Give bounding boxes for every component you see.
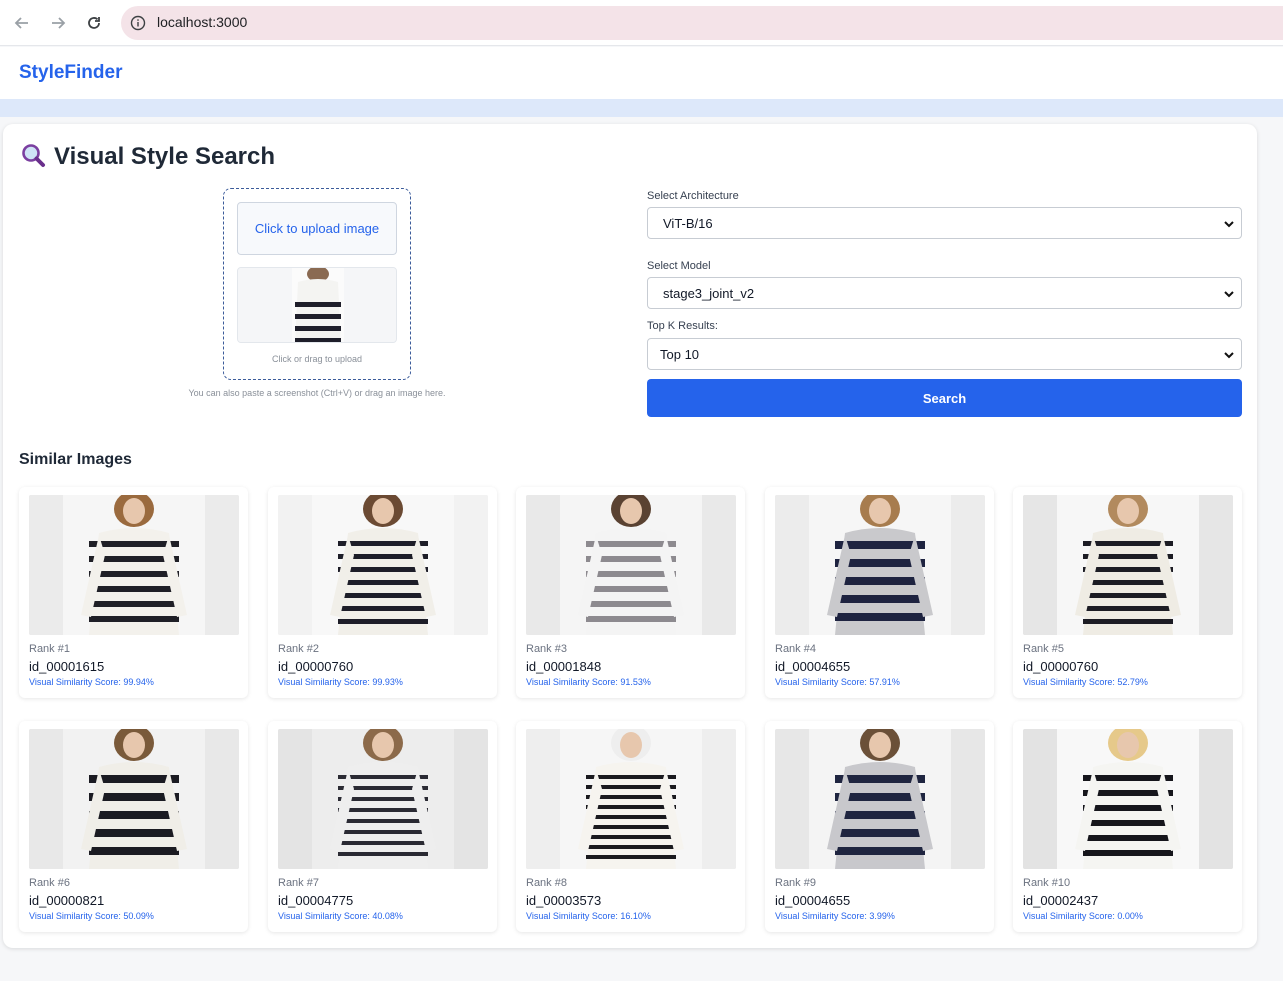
paste-hint: You can also paste a screenshot (Ctrl+V)… <box>188 388 446 398</box>
result-image[interactable] <box>526 495 736 635</box>
result-score: Visual Similarity Score: 52.79% <box>1023 677 1148 687</box>
result-id: id_00002437 <box>1023 893 1099 908</box>
result-score: Visual Similarity Score: 3.99% <box>775 911 895 921</box>
result-rank: Rank #3 <box>526 643 567 655</box>
model-value: stage3_joint_v2 <box>663 286 755 301</box>
chevron-down-icon <box>1223 348 1235 360</box>
results-title: Similar Images <box>19 451 132 468</box>
url-text[interactable]: localhost:3000 <box>157 14 247 30</box>
search-button[interactable]: Search <box>647 379 1242 417</box>
result-image[interactable] <box>1023 729 1233 869</box>
result-card[interactable]: Rank #2 id_00000760 Visual Similarity Scor… <box>268 487 497 698</box>
result-image[interactable] <box>278 495 488 635</box>
result-image[interactable] <box>1023 495 1233 635</box>
result-score: Visual Similarity Score: 50.09% <box>29 911 154 921</box>
result-id: id_00001848 <box>526 659 602 674</box>
result-rank: Rank #4 <box>775 643 816 655</box>
result-card[interactable]: Rank #10 id_00002437 Visual Similarity Sco… <box>1013 721 1242 932</box>
upload-hint: Click or drag to upload <box>271 354 363 364</box>
chevron-down-icon <box>1223 287 1235 299</box>
result-score: Visual Similarity Score: 99.93% <box>278 677 403 687</box>
model-select[interactable]: stage3_joint_v2 <box>647 277 1242 309</box>
topk-select[interactable]: Top 10 <box>647 338 1242 370</box>
result-score: Visual Similarity Score: 16.10% <box>526 911 651 921</box>
page-title-text: Visual Style Search <box>54 143 276 170</box>
result-id: id_00004775 <box>278 893 354 908</box>
topk-label: Top K Results: <box>647 320 718 332</box>
model-label: Select Model <box>647 260 711 272</box>
result-id: id_00000760 <box>278 659 354 674</box>
app-header: StyleFinder <box>0 47 1283 99</box>
architecture-select[interactable]: ViT-B/16 <box>647 207 1242 239</box>
result-card[interactable]: Rank #7 id_00004775 Visual Similarity Scor… <box>268 721 497 932</box>
result-id: id_00000821 <box>29 893 105 908</box>
result-rank: Rank #8 <box>526 877 567 889</box>
result-image[interactable] <box>775 495 985 635</box>
result-id: id_00001615 <box>29 659 105 674</box>
result-image[interactable] <box>29 729 239 869</box>
page-title: Visual Style Search <box>20 142 275 172</box>
result-rank: Rank #7 <box>278 877 319 889</box>
result-rank: Rank #6 <box>29 877 70 889</box>
chevron-down-icon <box>1223 217 1235 229</box>
result-card[interactable]: Rank #5 id_00000760 Visual Similarity Scor… <box>1013 487 1242 698</box>
topk-value: Top 10 <box>660 347 700 362</box>
magnifier-icon <box>20 142 46 173</box>
result-card[interactable]: Rank #6 id_00000821 Visual Similarity Scor… <box>19 721 248 932</box>
result-score: Visual Similarity Score: 40.08% <box>278 911 403 921</box>
result-score: Visual Similarity Score: 0.00% <box>1023 911 1143 921</box>
forward-arrow-icon[interactable] <box>46 11 70 35</box>
result-rank: Rank #9 <box>775 877 816 889</box>
browser-toolbar: localhost:3000 <box>0 0 1283 46</box>
result-rank: Rank #5 <box>1023 643 1064 655</box>
address-bar[interactable]: localhost:3000 <box>121 6 1283 40</box>
result-score: Visual Similarity Score: 99.94% <box>29 677 154 687</box>
result-id: id_00004655 <box>775 659 851 674</box>
brand-logo[interactable]: StyleFinder <box>19 62 122 84</box>
result-rank: Rank #2 <box>278 643 319 655</box>
result-image[interactable] <box>29 495 239 635</box>
result-card[interactable]: Rank #3 id_00001848 Visual Similarity Scor… <box>516 487 745 698</box>
result-card[interactable]: Rank #4 id_00004655 Visual Similarity Scor… <box>765 487 994 698</box>
reload-icon[interactable] <box>82 11 106 35</box>
result-id: id_00003573 <box>526 893 602 908</box>
query-image-preview <box>237 267 397 343</box>
architecture-value: ViT-B/16 <box>663 216 713 231</box>
back-arrow-icon[interactable] <box>10 11 34 35</box>
result-card[interactable]: Rank #1 id_00001615 Visual Similarity Scor… <box>19 487 248 698</box>
result-image[interactable] <box>775 729 985 869</box>
result-id: id_00004655 <box>775 893 851 908</box>
result-card[interactable]: Rank #9 id_00004655 Visual Similarity Scor… <box>765 721 994 932</box>
info-icon[interactable] <box>130 15 146 31</box>
upload-button[interactable]: Click to upload image <box>237 202 397 255</box>
result-rank: Rank #1 <box>29 643 70 655</box>
result-image[interactable] <box>278 729 488 869</box>
result-score: Visual Similarity Score: 91.53% <box>526 677 651 687</box>
result-card[interactable]: Rank #8 id_00003573 Visual Similarity Scor… <box>516 721 745 932</box>
header-band <box>0 99 1283 117</box>
architecture-label: Select Architecture <box>647 190 739 202</box>
result-rank: Rank #10 <box>1023 877 1071 889</box>
result-id: id_00000760 <box>1023 659 1099 674</box>
result-score: Visual Similarity Score: 57.91% <box>775 677 900 687</box>
result-image[interactable] <box>526 729 736 869</box>
